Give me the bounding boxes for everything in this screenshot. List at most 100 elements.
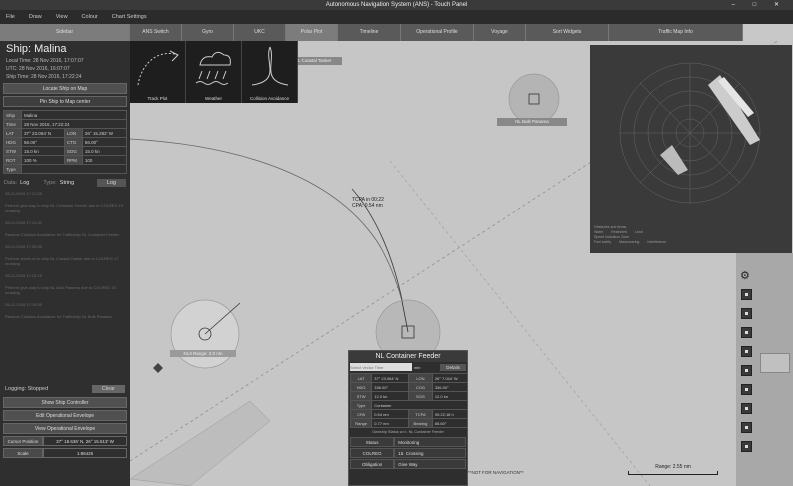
polar-plot-panel[interactable]: Obstacles and Areas Water Restricted Lan… <box>590 45 792 253</box>
table-cell: SOG <box>408 391 433 401</box>
menu-draw[interactable]: Draw <box>29 14 42 20</box>
table-cell: Range <box>349 418 373 428</box>
table-cell: 15.0 kn <box>81 146 128 156</box>
ownship-status-note: Ownship Status w.r.t. NL Container Feede… <box>372 430 444 434</box>
minimize-button[interactable]: – <box>732 2 743 8</box>
table-cell: Type <box>3 164 22 174</box>
vector-time-select[interactable] <box>350 363 412 371</box>
contact-info-panel: NL Container Feeder min Details LAT37° 2… <box>348 350 469 486</box>
tool-button[interactable] <box>741 327 752 338</box>
menu-file[interactable]: File <box>6 14 15 20</box>
table-cell: 28 Nov 2016, 17:22:24 <box>21 119 127 129</box>
ownship-range-label: NL3 Range: 2.0 nm <box>170 350 236 357</box>
legend-land: Land <box>634 230 643 234</box>
widget-label: Collision Avoidance <box>250 96 289 101</box>
menu-colour[interactable]: Colour <box>82 14 98 20</box>
list-item: 28-11-2016 17:21:30 <box>5 220 42 225</box>
table-cell: STW <box>349 391 373 401</box>
utc-time: UTC: 28 Nov 2016, 16:07:07 <box>6 66 70 72</box>
ship-info-table: Ship Malina Time 28 Nov 2016, 17:22:24 LAT… <box>3 110 128 174</box>
tab-ukc[interactable]: UKC <box>234 24 286 41</box>
gear-icon[interactable]: ⚙ <box>740 269 750 282</box>
tab-polar-plot[interactable]: Polar Plot <box>286 24 338 41</box>
zoom-slider-handle[interactable] <box>760 353 790 373</box>
show-ship-controller-button[interactable]: Show Ship Controller <box>3 397 127 408</box>
bulk-panama-label[interactable]: NL Bulk Panama <box>497 118 567 126</box>
table-row: Obligation Give Way <box>350 459 466 469</box>
table-cell: HDG <box>349 382 373 392</box>
menu-chart-settings[interactable]: Chart Settings <box>112 14 147 20</box>
list-item: Resume Collision Avoidance for Trafficsh… <box>5 232 119 237</box>
tab-gyro[interactable]: Gyro <box>182 24 234 41</box>
type-label: Type: <box>43 180 57 186</box>
table-cell: COLREG <box>350 448 395 458</box>
tab-traffic-map-info[interactable]: Traffic Map Info <box>609 24 743 41</box>
tool-button[interactable] <box>741 403 752 414</box>
view-envelope-button[interactable]: View Operational Envelope <box>3 423 127 434</box>
cpa-readout: TCPA in 00:22 CPA: 0.54 nm <box>352 197 384 209</box>
track-plot-widget[interactable]: Track Plot <box>130 41 186 103</box>
tool-button[interactable] <box>741 346 752 357</box>
table-cell: Give Way <box>394 459 466 469</box>
weather-icon <box>195 51 231 85</box>
tab-ans-switch[interactable]: ANS Switch <box>130 24 182 41</box>
edit-envelope-button[interactable]: Edit Operational Envelope <box>3 410 127 421</box>
locate-ship-button[interactable]: Locate Ship on Map <box>3 83 127 94</box>
weather-widget[interactable]: Weather <box>186 41 242 103</box>
logging-footer: Logging: Stopped Clear <box>0 383 130 395</box>
tab-sidebar[interactable]: Sidebar <box>0 24 130 41</box>
table-cell: Type <box>349 400 373 410</box>
clear-button[interactable]: Clear <box>91 385 125 393</box>
table-cell: SOG <box>63 146 83 156</box>
table-cell: Status <box>350 437 395 447</box>
tool-button[interactable] <box>741 384 752 395</box>
table-cell: TCPA <box>408 409 433 419</box>
waypoint-marker[interactable] <box>153 363 163 373</box>
land-area <box>130 400 271 486</box>
tab-operational-profile[interactable]: Operational Profile <box>401 24 474 41</box>
table-cell: 65.60° <box>431 418 469 428</box>
tool-button[interactable] <box>741 308 752 319</box>
table-cell: CPA <box>349 409 373 419</box>
tool-button[interactable] <box>741 289 752 300</box>
table-cell: HDG <box>3 137 22 147</box>
table-cell: LAT <box>3 128 22 138</box>
table-row: Type <box>3 164 127 174</box>
table-cell: 15. Crossing <box>394 448 466 458</box>
tool-button[interactable] <box>741 422 752 433</box>
table-cell: Time <box>3 119 22 129</box>
table-cell: COG <box>408 382 433 392</box>
tab-sort-widgets[interactable]: Sort Widgets <box>526 24 609 41</box>
type-select[interactable]: String <box>60 180 74 186</box>
list-item: 28-11-2016 17:20:55 <box>5 244 42 249</box>
bulk-panama-circle[interactable] <box>508 73 560 125</box>
pin-ship-button[interactable]: Pin Ship to Map center <box>3 96 127 107</box>
tab-timeline[interactable]: Timeline <box>338 24 401 41</box>
ship-time: Ship Time: 28 Nov 2016, 17:22:24 <box>6 74 82 80</box>
close-button[interactable]: ✕ <box>774 2 787 8</box>
tool-button[interactable] <box>741 365 752 376</box>
table-cell: 336.00° <box>371 382 410 392</box>
table-row: STW 12.0 kn SOG 12.0 kn <box>349 391 469 401</box>
vector-time-row: min Details <box>349 362 467 372</box>
maximize-button[interactable]: □ <box>753 2 765 8</box>
data-select[interactable]: Log <box>20 180 29 186</box>
time-block: Local Time: 28 Nov 2016, 17:07:07 UTC: 2… <box>0 57 130 81</box>
data-label: Data: <box>4 180 18 186</box>
table-cell: Obligation <box>350 459 395 469</box>
table-cell: CTG <box>63 137 83 147</box>
scale-value: 1:86425 <box>43 448 127 458</box>
tool-button[interactable] <box>741 441 752 452</box>
table-cell: 37° 23.064' N <box>371 373 410 383</box>
list-item: Resume Collision Avoidance for Trafficsh… <box>5 314 112 319</box>
table-row: STW 15.0 kn SOG 15.0 kn <box>3 146 128 156</box>
min-label: min <box>414 364 421 370</box>
table-cell: 56.00° <box>81 137 128 147</box>
details-button[interactable]: Details <box>440 363 466 371</box>
table-cell: RPM <box>63 155 83 165</box>
collision-avoidance-widget[interactable]: Collision Avoidance <box>242 41 298 103</box>
table-cell: LAT <box>349 373 373 383</box>
tab-voyage[interactable]: Voyage <box>474 24 526 41</box>
menu-view[interactable]: View <box>56 14 68 20</box>
log-button[interactable]: Log <box>96 179 126 187</box>
